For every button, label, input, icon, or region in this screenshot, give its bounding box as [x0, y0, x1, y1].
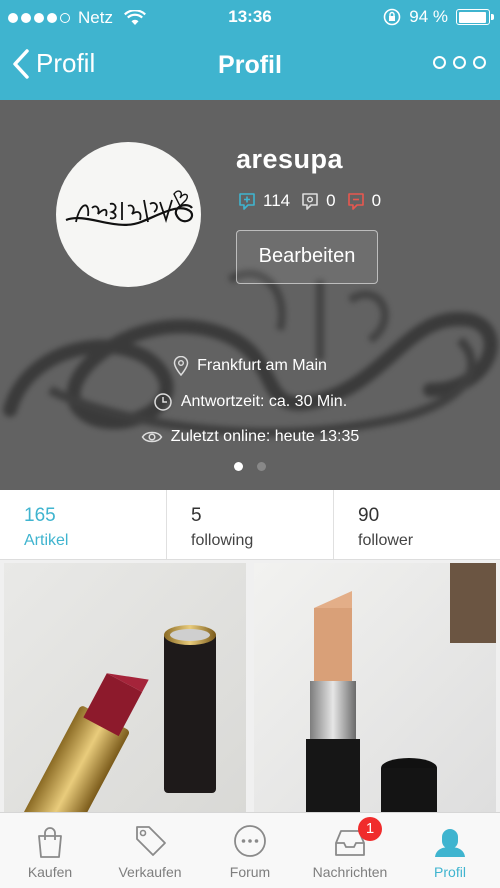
- battery-percent: 94 %: [409, 7, 448, 26]
- stat-articles[interactable]: 165 Artikel: [0, 490, 167, 559]
- article-tile[interactable]: [4, 563, 246, 812]
- tab-bar: Kaufen Verkaufen Forum 1 Nachrichten Pro…: [0, 812, 500, 888]
- neutral-rating-icon: [302, 193, 318, 210]
- tab-kaufen[interactable]: Kaufen: [0, 813, 100, 888]
- stat-follower-value: 90: [358, 505, 380, 526]
- stat-follower-label: follower: [358, 532, 414, 549]
- stat-following-label: following: [191, 532, 254, 549]
- person-icon: [435, 829, 465, 857]
- response-time-row: Antwortzeit: ca. 30 Min.: [0, 392, 500, 412]
- negative-rating: 0: [346, 191, 381, 211]
- neutral-rating-count: 0: [326, 191, 336, 210]
- profile-header: aresupa 114 0 0 Bearbeiten Frankfurt am …: [0, 100, 500, 490]
- tab-nachrichten-label: Nachrichten: [312, 864, 388, 880]
- page-dot-active: [234, 462, 243, 471]
- positive-rating-icon: [239, 193, 255, 210]
- navigation-bar: Profil Profil: [0, 34, 500, 100]
- unread-badge: 1: [358, 817, 382, 841]
- article-grid: [0, 560, 500, 812]
- stat-follower[interactable]: 90 follower: [334, 490, 500, 559]
- location-pin-icon: [173, 356, 189, 376]
- header-page-indicator[interactable]: [0, 462, 500, 471]
- neutral-rating: 0: [300, 191, 336, 211]
- tab-profil[interactable]: Profil: [400, 813, 500, 888]
- rating-summary[interactable]: 114 0 0: [237, 191, 391, 211]
- more-dot-icon: [453, 56, 466, 69]
- tab-forum-label: Forum: [229, 864, 271, 880]
- more-options-button[interactable]: [433, 56, 486, 69]
- price-tag-icon: [136, 826, 166, 856]
- more-dot-icon: [473, 56, 486, 69]
- page-title: Profil: [218, 51, 282, 79]
- lipstick-product-image: [254, 563, 496, 812]
- location-text: Frankfurt am Main: [197, 357, 327, 374]
- response-time-text: Antwortzeit: ca. 30 Min.: [180, 393, 348, 410]
- profile-stats: 165 Artikel 5 following 90 follower: [0, 490, 500, 560]
- status-bar: Netz 13:36 94 %: [0, 0, 500, 34]
- shopping-bag-icon: [38, 827, 62, 858]
- article-tile[interactable]: [254, 563, 496, 812]
- tab-profil-label: Profil: [434, 864, 466, 880]
- tab-forum[interactable]: Forum: [200, 813, 300, 888]
- stat-articles-label: Artikel: [24, 532, 69, 549]
- battery-icon: [456, 9, 494, 25]
- tab-verkaufen-label: Verkaufen: [118, 864, 182, 880]
- stat-articles-value: 165: [24, 505, 56, 526]
- last-online-text: Zuletzt online: heute 13:35: [170, 428, 360, 445]
- positive-rating: 114: [237, 191, 290, 211]
- negative-rating-icon: [347, 193, 364, 210]
- tab-verkaufen[interactable]: Verkaufen: [100, 813, 200, 888]
- eye-icon: [141, 431, 163, 443]
- page-dot: [257, 462, 266, 471]
- stat-following[interactable]: 5 following: [167, 490, 334, 559]
- more-dot-icon: [433, 56, 446, 69]
- username: aresupa: [236, 144, 344, 174]
- avatar-logo-image: [65, 190, 194, 226]
- lipstick-product-image: [4, 563, 246, 812]
- tab-kaufen-label: Kaufen: [27, 864, 73, 880]
- edit-profile-button[interactable]: Bearbeiten: [236, 230, 378, 284]
- stat-following-value: 5: [191, 505, 202, 526]
- avatar[interactable]: [56, 142, 201, 287]
- location-row: Frankfurt am Main: [0, 356, 500, 376]
- clock-icon: [154, 393, 172, 411]
- positive-rating-count: 114: [263, 191, 291, 210]
- rotation-lock-icon: [383, 8, 401, 26]
- last-online-row: Zuletzt online: heute 13:35: [0, 428, 500, 446]
- negative-rating-count: 0: [371, 191, 382, 210]
- tab-nachrichten[interactable]: 1 Nachrichten: [300, 813, 400, 888]
- chat-bubble-icon: [234, 825, 266, 857]
